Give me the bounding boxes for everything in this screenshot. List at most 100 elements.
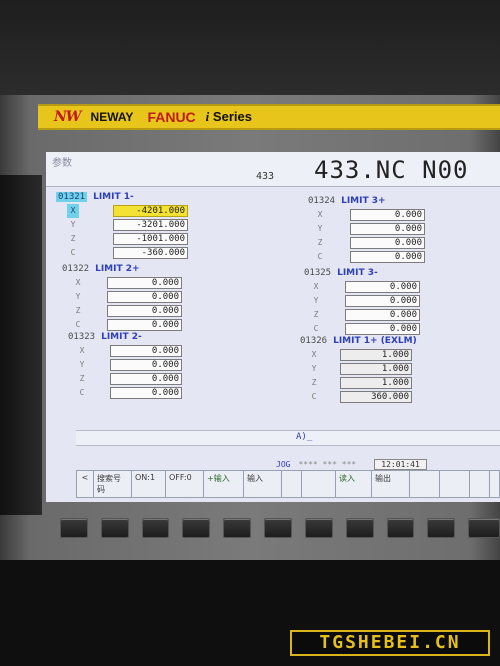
softkey-next[interactable] <box>490 470 500 498</box>
hardware-key[interactable] <box>468 518 500 538</box>
param-row: Y 0.000 <box>310 294 484 308</box>
param-value-field[interactable]: 0.000 <box>107 305 182 317</box>
param-value-field[interactable]: -3201.000 <box>113 219 188 231</box>
softkey-plus-input[interactable]: +输入 <box>204 470 244 498</box>
hardware-key[interactable] <box>304 518 333 538</box>
param-value-field[interactable]: 1.000 <box>340 377 412 389</box>
status-indicator: **** *** *** <box>298 459 357 469</box>
hardware-key[interactable] <box>427 518 456 538</box>
watermark: TGSHEBEI.CN <box>290 630 490 656</box>
hardware-key[interactable] <box>182 518 211 538</box>
param-value-field[interactable]: 0.000 <box>345 295 420 307</box>
axis-label: Z <box>313 310 319 319</box>
param-row: Z 0.000 <box>72 304 232 318</box>
hardware-key[interactable] <box>223 518 252 538</box>
param-row: Z 0.000 <box>310 308 484 322</box>
axis-label: X <box>311 350 317 359</box>
param-value-field[interactable]: -4201.000 <box>113 205 188 217</box>
axis-label: Y <box>311 364 317 373</box>
param-block-01321: 01321 LIMIT 1- X -4201.000 Y -3201.000 Z -10… <box>56 190 226 260</box>
param-number[interactable]: 01324 <box>308 196 335 206</box>
hardware-key[interactable] <box>345 518 374 538</box>
param-block-01324: 01324 LIMIT 3+ X 0.000 Y 0.000 Z 0.000 C 0.00… <box>308 194 488 264</box>
hardware-key[interactable] <box>60 518 88 538</box>
param-row: X 0.000 <box>310 280 484 294</box>
axis-label: X <box>75 278 81 287</box>
program-number: 433 <box>256 171 275 182</box>
param-value-field[interactable]: 0.000 <box>345 309 420 321</box>
param-value-field[interactable]: 0.000 <box>350 223 425 235</box>
brand-series: i Series <box>205 109 252 124</box>
axis-label: Z <box>317 238 323 247</box>
brand-fanuc: FANUC <box>147 109 196 125</box>
param-row: C -360.000 <box>67 246 226 260</box>
title-bar: 参数 433 433.NC N00 <box>46 152 500 187</box>
axis-label: Y <box>313 296 319 305</box>
param-row: X -4201.000 <box>67 204 226 218</box>
param-number[interactable]: 01322 <box>62 264 89 274</box>
softkey-input[interactable]: 输入 <box>244 470 282 498</box>
param-row: X 0.000 <box>72 276 232 290</box>
softkey-off0[interactable]: OFF:0 <box>166 470 204 498</box>
softkey-prev[interactable]: < <box>76 470 94 498</box>
param-row: Z 0.000 <box>76 372 238 386</box>
param-value-field[interactable]: 0.000 <box>345 281 420 293</box>
param-value-field[interactable]: 0.000 <box>107 291 182 303</box>
softkey-bar: < 搜索号码 ON:1 OFF:0 +输入 输入 读入 输出 <box>76 470 500 500</box>
param-label: LIMIT 1+ (EXLM) <box>333 336 417 346</box>
param-value-field[interactable]: 360.000 <box>340 391 412 403</box>
param-label: LIMIT 3- <box>337 268 378 278</box>
axis-label: X <box>317 210 323 219</box>
softkey-blank[interactable] <box>470 470 490 498</box>
param-row: C 0.000 <box>76 386 238 400</box>
param-number[interactable]: 01321 <box>56 192 88 202</box>
axis-label: C <box>317 252 323 261</box>
hardware-key[interactable] <box>264 518 292 538</box>
axis-label: C <box>70 248 76 257</box>
command-prompt: A)_ <box>296 432 313 442</box>
hardware-key[interactable] <box>386 518 415 538</box>
hardware-key[interactable] <box>100 518 129 538</box>
param-row: X 0.000 <box>76 344 238 358</box>
param-row: Y -3201.000 <box>67 218 226 232</box>
command-line[interactable]: A)_ <box>76 430 500 446</box>
param-row: Y 0.000 <box>76 358 238 372</box>
param-value-field[interactable]: 0.000 <box>110 387 182 399</box>
param-value-field[interactable]: 0.000 <box>110 345 182 357</box>
param-row: X 0.000 <box>314 208 488 222</box>
axis-label: X <box>67 204 79 218</box>
softkey-punch[interactable]: 输出 <box>372 470 410 498</box>
softkey-blank[interactable] <box>440 470 470 498</box>
param-value-field[interactable]: 0.000 <box>110 359 182 371</box>
neway-logo: NW <box>54 109 82 125</box>
param-row: Y 1.000 <box>308 362 490 376</box>
axis-label: Z <box>70 234 76 243</box>
param-row: C 360.000 <box>308 390 490 404</box>
param-value-field[interactable]: 0.000 <box>350 251 425 263</box>
softkey-search-number[interactable]: 搜索号码 <box>94 470 132 498</box>
bezel-top <box>0 0 500 95</box>
param-value-field[interactable]: -360.000 <box>113 247 188 259</box>
brand-neway: NEWAY <box>90 110 134 124</box>
softkey-blank[interactable] <box>410 470 440 498</box>
hardware-key[interactable] <box>141 518 170 538</box>
param-value-field[interactable]: 0.000 <box>110 373 182 385</box>
softkey-blank[interactable] <box>302 470 336 498</box>
param-value-field[interactable]: 1.000 <box>340 349 412 361</box>
clock: 12:01:41 <box>374 458 427 470</box>
param-value-field[interactable]: 0.000 <box>350 209 425 221</box>
param-value-field[interactable]: 1.000 <box>340 363 412 375</box>
softkey-on1[interactable]: ON:1 <box>132 470 166 498</box>
softkey-blank[interactable] <box>282 470 302 498</box>
param-value-field[interactable]: -1001.000 <box>113 233 188 245</box>
screen-title: 参数 <box>52 158 72 169</box>
param-value-field[interactable]: 0.000 <box>107 277 182 289</box>
param-label: LIMIT 2+ <box>95 264 140 274</box>
param-value-field[interactable]: 0.000 <box>350 237 425 249</box>
param-number[interactable]: 01325 <box>304 268 331 278</box>
param-block-01325: 01325 LIMIT 3- X 0.000 Y 0.000 Z 0.000 C 0.00… <box>304 266 484 336</box>
softkey-read[interactable]: 读入 <box>336 470 372 498</box>
param-row: Y 0.000 <box>72 290 232 304</box>
param-number[interactable]: 01323 <box>68 332 95 342</box>
param-number[interactable]: 01326 <box>300 336 327 346</box>
